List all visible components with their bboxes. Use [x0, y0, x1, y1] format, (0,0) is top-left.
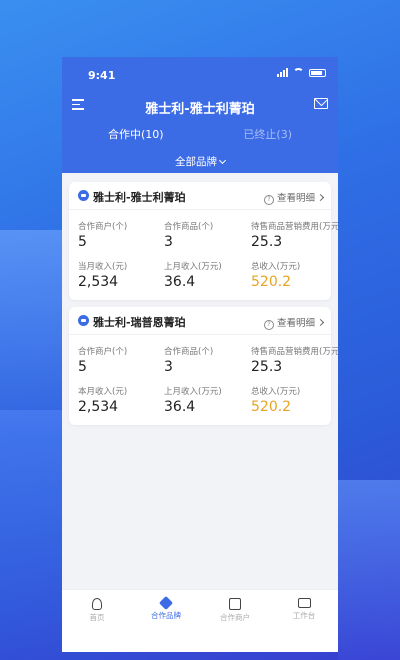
stat-value: 36.4	[164, 399, 196, 415]
nav-label: 工作台	[292, 611, 316, 620]
bottom-nav: 首页 合作品牌 合作商户 工作台	[62, 589, 338, 652]
question-icon: ?	[263, 195, 274, 205]
brand-card: 雅士利-瑞普恩菁珀 ? 查看明细 合作商户(个) 5 合作商品(个) 3 待售商品…	[69, 307, 338, 425]
view-detail-label: 查看明细	[276, 318, 315, 329]
stat-label: 上月收入(万元)	[164, 262, 222, 272]
chevron-down-icon	[218, 156, 227, 165]
stat-last-month-income: 上月收入(万元) 36.4	[164, 260, 222, 290]
stat-products: 合作商品(个) 3	[164, 220, 213, 250]
phone-screen: 9:41 雅士利-雅士利菁珀 合作中(10) 已终止(3) 全部品牌 雅士利-雅…	[62, 57, 338, 652]
stat-value: 5	[78, 359, 87, 375]
nav-label: 合作商户	[220, 613, 250, 622]
card-brand-name: 雅士利-雅士利菁珀	[93, 191, 186, 204]
shop-icon	[229, 598, 241, 610]
user-icon	[92, 598, 102, 610]
stat-merchants: 合作商户(个) 5	[78, 345, 127, 375]
desk-icon	[297, 598, 311, 608]
nav-label: 首页	[89, 613, 105, 622]
stat-value: 25.3	[251, 234, 283, 250]
brand-icon	[78, 315, 89, 326]
brand-card: 雅士利-雅士利菁珀 ? 查看明细 合作商户(个) 5 合作商品(个) 3 待售商品…	[69, 182, 338, 300]
stat-value: 25.3	[251, 359, 283, 375]
page-title: 雅士利-雅士利菁珀	[145, 102, 255, 117]
background-block	[338, 480, 400, 660]
stat-label: 待售商品营销费用(万元)	[251, 347, 338, 357]
chevron-right-icon	[316, 193, 325, 202]
stat-label: 总收入(万元)	[251, 262, 301, 272]
mail-icon[interactable]	[314, 98, 328, 109]
tab-terminated[interactable]: 已终止(3)	[243, 126, 292, 142]
stat-marketing-fee: 待售商品营销费用(万元) 25.3	[251, 345, 338, 375]
stat-total-income: 总收入(万元) 520.2	[251, 260, 300, 290]
stat-merchants: 合作商户(个) 5	[78, 220, 127, 250]
stat-label: 上月收入(万元)	[164, 387, 222, 397]
background-block	[0, 230, 62, 430]
header: 9:41 雅士利-雅士利菁珀 合作中(10) 已终止(3) 全部品牌	[62, 57, 338, 173]
nav-home[interactable]: 首页	[67, 598, 127, 623]
brand-icon	[78, 190, 89, 201]
stat-value: 2,534	[78, 274, 119, 290]
nav-merchants[interactable]: 合作商户	[205, 598, 265, 623]
view-detail-link[interactable]: ? 查看明细	[263, 190, 325, 205]
stat-value: 36.4	[164, 274, 196, 290]
stat-label: 合作商品(个)	[164, 347, 214, 357]
brand-filter-dropdown[interactable]: 全部品牌	[62, 154, 338, 169]
question-icon: ?	[263, 320, 274, 330]
status-bar: 9:41	[62, 57, 338, 91]
stat-label: 合作商品(个)	[164, 222, 214, 232]
card-header: 雅士利-雅士利菁珀 ? 查看明细	[69, 182, 331, 210]
status-icons	[277, 68, 326, 77]
card-header: 雅士利-瑞普恩菁珀 ? 查看明细	[69, 307, 331, 335]
stat-total-income: 总收入(万元) 520.2	[251, 385, 300, 415]
stat-value: 520.2	[251, 399, 292, 415]
view-detail-label: 查看明细	[276, 193, 315, 204]
card-brand-name: 雅士利-瑞普恩菁珀	[93, 316, 186, 329]
stat-last-month-income: 上月收入(万元) 36.4	[164, 385, 222, 415]
stat-label: 当月收入(元)	[78, 262, 128, 272]
chevron-right-icon	[316, 318, 325, 327]
view-detail-link[interactable]: ? 查看明细	[263, 315, 325, 330]
stat-value: 520.2	[251, 274, 292, 290]
stat-products: 合作商品(个) 3	[164, 345, 213, 375]
brand-icon	[158, 595, 174, 611]
stat-marketing-fee: 待售商品营销费用(万元) 25.3	[251, 220, 338, 250]
title-row: 雅士利-雅士利菁珀	[62, 91, 338, 121]
background-block	[0, 410, 62, 660]
signal-icon	[277, 68, 288, 77]
stat-label: 本月收入(元)	[78, 387, 128, 397]
wifi-icon	[293, 68, 304, 77]
battery-icon	[309, 68, 326, 77]
status-time: 9:41	[88, 69, 116, 82]
stat-value: 3	[164, 359, 173, 375]
stat-label: 待售商品营销费用(万元)	[251, 222, 338, 232]
stat-value: 3	[164, 234, 173, 250]
status-tabs: 合作中(10) 已终止(3)	[62, 121, 338, 147]
stat-label: 合作商户(个)	[78, 222, 128, 232]
nav-brands[interactable]: 合作品牌	[136, 595, 196, 621]
nav-label: 合作品牌	[151, 611, 181, 620]
nav-workbench[interactable]: 工作台	[274, 598, 334, 621]
stat-value: 5	[78, 234, 87, 250]
stat-month-income: 当月收入(元) 2,534	[78, 260, 127, 290]
stat-label: 总收入(万元)	[251, 387, 301, 397]
stat-label: 合作商户(个)	[78, 347, 128, 357]
tab-cooperating[interactable]: 合作中(10)	[108, 126, 164, 142]
stat-value: 2,534	[78, 399, 119, 415]
brand-filter-label: 全部品牌	[175, 156, 217, 168]
stat-month-income: 本月收入(元) 2,534	[78, 385, 127, 415]
